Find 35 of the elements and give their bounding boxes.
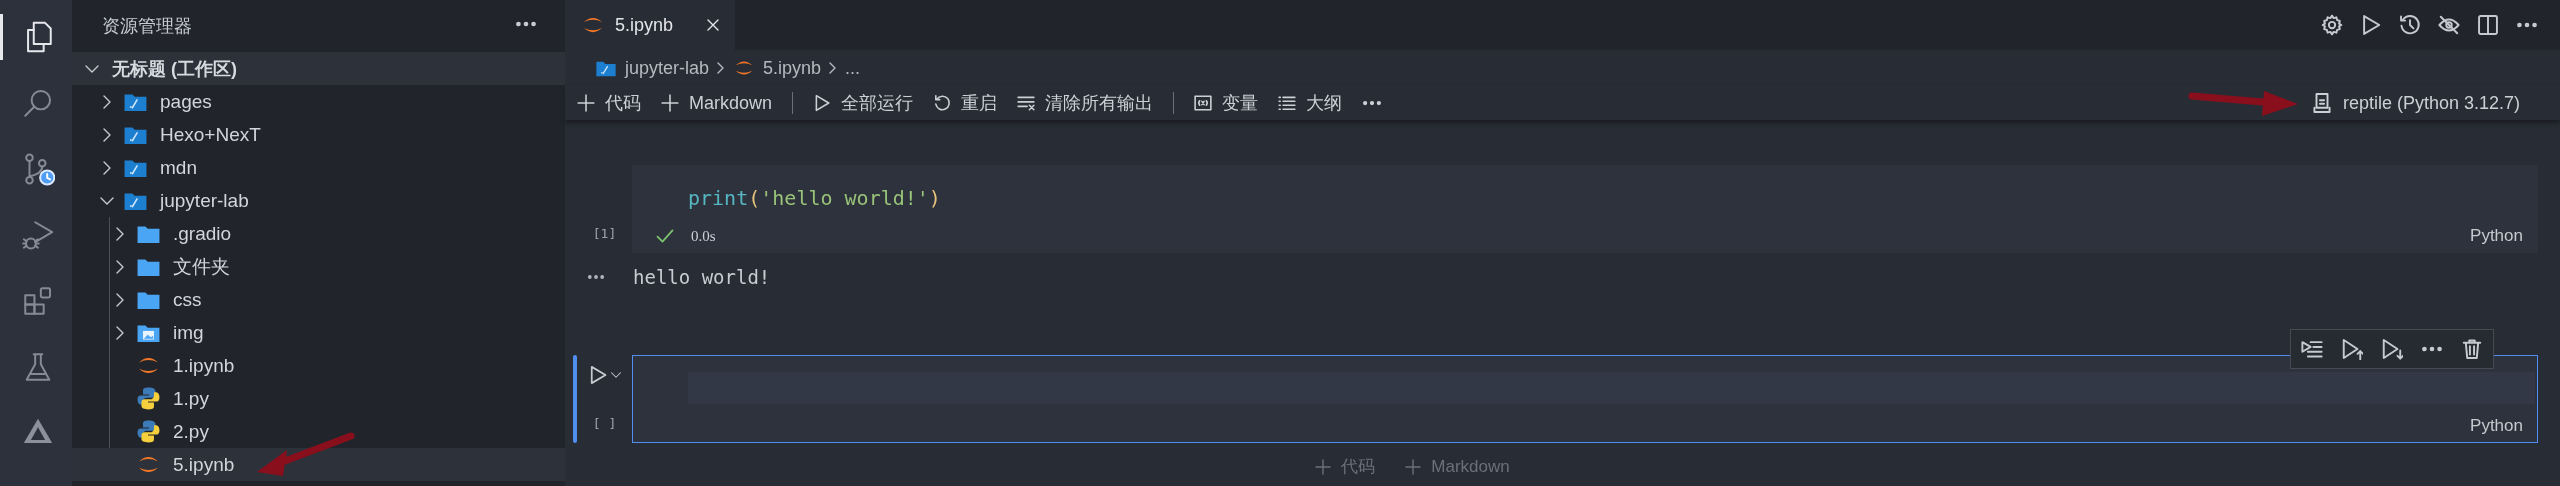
- execution-count: [ ]: [592, 416, 617, 431]
- execution-count: [1]: [592, 226, 617, 241]
- tree-item[interactable]: 2.py: [72, 415, 565, 448]
- tree-item[interactable]: jupyter-lab: [72, 184, 565, 217]
- tree-item[interactable]: 文件夹: [72, 250, 565, 283]
- toolbar-button[interactable]: 全部运行: [813, 91, 914, 115]
- toolbar-button[interactable]: 清除所有输出: [1017, 91, 1154, 115]
- tree-item[interactable]: 1.ipynb: [72, 349, 565, 382]
- code-cell[interactable]: print('hello world!') 0.0s Python: [632, 165, 2538, 253]
- sidebar-title: 资源管理器: [102, 15, 192, 38]
- code-cell[interactable]: Python: [632, 355, 2538, 443]
- breadcrumb-item[interactable]: jupyter-lab: [595, 57, 710, 79]
- code-line: print('hello world!'): [688, 185, 942, 212]
- toolbar-button[interactable]: 变量: [1194, 91, 1259, 115]
- tree-item[interactable]: mdn: [72, 151, 565, 184]
- toolbar-button[interactable]: 代码: [577, 91, 641, 115]
- tree-item[interactable]: .gradio: [72, 217, 565, 250]
- tree-item[interactable]: css: [72, 283, 565, 316]
- cell-language[interactable]: Python: [2470, 416, 2523, 436]
- cell-language[interactable]: Python: [2470, 226, 2523, 246]
- toolbar-button[interactable]: Markdown: [661, 92, 773, 114]
- breadcrumb-item[interactable]: ...: [845, 57, 861, 79]
- toolbar-button[interactable]: 大纲: [1278, 91, 1343, 115]
- tree-item[interactable]: img: [72, 316, 565, 349]
- tree-item[interactable]: 5.ipynb: [72, 448, 565, 481]
- breadcrumb-item[interactable]: 5.ipynb: [733, 57, 822, 79]
- tree-item[interactable]: pages: [72, 85, 565, 118]
- execution-time: 0.0s: [691, 227, 716, 245]
- kernel-picker[interactable]: reptile (Python 3.12.7): [2310, 92, 2520, 114]
- cell-output: hello world!: [633, 265, 771, 288]
- toolbar-button[interactable]: 重启: [933, 91, 998, 115]
- tree-item[interactable]: 1.py: [72, 382, 565, 415]
- editor-tab[interactable]: 5.ipynb: [565, 0, 736, 50]
- workspace-header[interactable]: 无标题 (工作区): [72, 52, 565, 85]
- tree-item[interactable]: Hexo+NexT: [72, 118, 565, 151]
